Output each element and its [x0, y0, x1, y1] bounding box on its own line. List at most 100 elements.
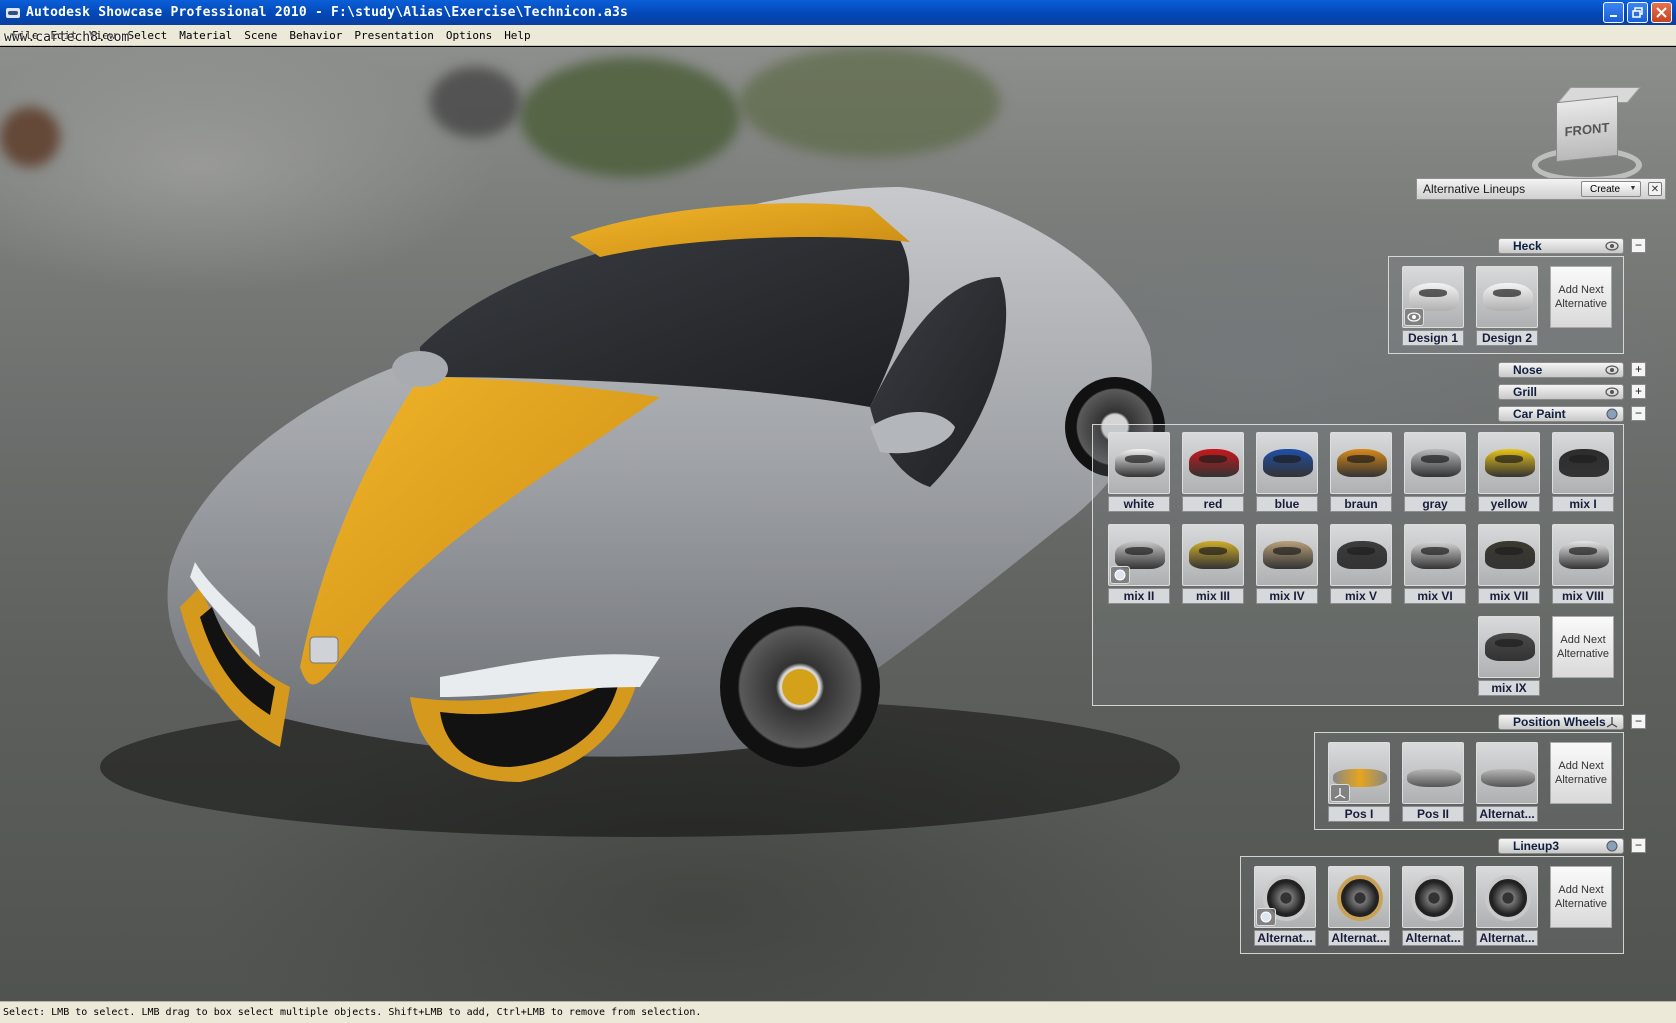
transform-icon[interactable]: [1605, 716, 1619, 728]
alternative-thumbnail[interactable]: [1478, 432, 1540, 494]
group-header-lineup3[interactable]: Lineup3: [1498, 838, 1624, 854]
add-next-alternative-button[interactable]: Add Next Alternative: [1550, 266, 1612, 328]
group-header-grill[interactable]: Grill: [1498, 384, 1624, 400]
alternative-tile[interactable]: mix VIII: [1552, 524, 1614, 604]
material-sphere-icon[interactable]: [1605, 840, 1619, 852]
alternative-tile[interactable]: mix V: [1330, 524, 1392, 604]
menu-options[interactable]: Options: [440, 29, 498, 42]
menu-presentation[interactable]: Presentation: [348, 29, 439, 42]
panel-close-button[interactable]: ✕: [1648, 182, 1662, 196]
group-header-nose[interactable]: Nose: [1498, 362, 1624, 378]
menu-material[interactable]: Material: [173, 29, 238, 42]
alternative-thumbnail[interactable]: [1476, 742, 1538, 804]
alternative-thumbnail[interactable]: [1108, 432, 1170, 494]
alternative-thumbnail[interactable]: [1182, 524, 1244, 586]
alternative-tile[interactable]: Design 1: [1402, 266, 1464, 346]
alternative-thumbnail[interactable]: [1404, 524, 1466, 586]
alternative-tile[interactable]: gray: [1404, 432, 1466, 512]
alternative-tile[interactable]: Alternat...: [1402, 866, 1464, 946]
alternative-thumbnail[interactable]: [1476, 866, 1538, 928]
alternative-thumbnail[interactable]: [1182, 432, 1244, 494]
alternative-tile[interactable]: mix II: [1108, 524, 1170, 604]
car-paint-preview: [1115, 449, 1165, 477]
group-label: Nose: [1513, 363, 1543, 377]
alternative-tile[interactable]: mix III: [1182, 524, 1244, 604]
car-paint-preview: [1485, 541, 1535, 569]
menu-bar: File Edit View Select Material Scene Beh…: [0, 25, 1676, 46]
alternative-tile[interactable]: mix IX: [1478, 616, 1540, 696]
alternative-label: braun: [1330, 496, 1392, 512]
eye-icon: [1404, 308, 1424, 326]
alternative-thumbnail[interactable]: [1476, 266, 1538, 328]
alternative-tile[interactable]: Alternat...: [1328, 866, 1390, 946]
alternative-thumbnail[interactable]: [1552, 524, 1614, 586]
car-paint-preview: [1411, 541, 1461, 569]
collapse-button-lineup3[interactable]: −: [1631, 838, 1646, 853]
watermark: www.cartech8.com: [4, 30, 130, 45]
alternative-tile[interactable]: blue: [1256, 432, 1318, 512]
alternative-tile[interactable]: Alternat...: [1476, 866, 1538, 946]
alternative-tile[interactable]: yellow: [1478, 432, 1540, 512]
expand-button-nose[interactable]: +: [1631, 362, 1646, 377]
alternative-label: Design 2: [1476, 330, 1538, 346]
alternative-label: mix II: [1108, 588, 1170, 604]
view-cube-front-face[interactable]: FRONT: [1556, 95, 1618, 163]
eye-icon[interactable]: [1605, 386, 1619, 398]
menu-behavior[interactable]: Behavior: [283, 29, 348, 42]
alternative-thumbnail[interactable]: [1402, 742, 1464, 804]
wheel-preview: [1337, 875, 1383, 921]
collapse-button-car-paint[interactable]: −: [1631, 406, 1646, 421]
collapse-button-heck[interactable]: −: [1631, 238, 1646, 253]
alternative-thumbnail[interactable]: [1256, 524, 1318, 586]
menu-scene[interactable]: Scene: [238, 29, 283, 42]
close-button[interactable]: [1651, 2, 1672, 23]
alternative-thumbnail[interactable]: [1108, 524, 1170, 586]
alternative-tile[interactable]: mix VII: [1478, 524, 1540, 604]
alternative-thumbnail[interactable]: [1478, 524, 1540, 586]
eye-icon[interactable]: [1605, 240, 1619, 252]
alternative-thumbnail[interactable]: [1254, 866, 1316, 928]
alternative-tile[interactable]: red: [1182, 432, 1244, 512]
material-sphere-icon[interactable]: [1605, 408, 1619, 420]
add-next-alternative-button[interactable]: Add Next Alternative: [1550, 742, 1612, 804]
restore-button[interactable]: [1627, 2, 1648, 23]
alternative-thumbnail[interactable]: [1256, 432, 1318, 494]
panel-title: Alternative Lineups: [1423, 182, 1526, 196]
alternative-thumbnail[interactable]: [1330, 524, 1392, 586]
expand-button-grill[interactable]: +: [1631, 384, 1646, 399]
alternative-tile[interactable]: mix VI: [1404, 524, 1466, 604]
alternative-thumbnail[interactable]: [1328, 742, 1390, 804]
alternative-thumbnail[interactable]: [1402, 266, 1464, 328]
group-header-heck[interactable]: Heck: [1498, 238, 1624, 254]
create-button[interactable]: Create ▼: [1581, 181, 1641, 197]
eye-icon[interactable]: [1605, 364, 1619, 376]
app-icon[interactable]: [4, 4, 22, 22]
alternative-tile[interactable]: Alternat...: [1254, 866, 1316, 946]
menu-help[interactable]: Help: [498, 29, 537, 42]
alternative-tile[interactable]: white: [1108, 432, 1170, 512]
alternative-thumbnail[interactable]: [1404, 432, 1466, 494]
create-label: Create: [1590, 183, 1621, 195]
add-next-alternative-button[interactable]: Add Next Alternative: [1552, 616, 1614, 678]
alternative-tile[interactable]: Design 2: [1476, 266, 1538, 346]
group-header-position-wheels[interactable]: Position Wheels: [1498, 714, 1624, 730]
alternative-tile[interactable]: Pos I: [1328, 742, 1390, 822]
alternative-tile[interactable]: braun: [1330, 432, 1392, 512]
add-next-alternative-button[interactable]: Add Next Alternative: [1550, 866, 1612, 928]
alternative-tile[interactable]: mix I: [1552, 432, 1614, 512]
alternative-label: mix VII: [1478, 588, 1540, 604]
chevron-down-icon[interactable]: ▼: [1628, 184, 1638, 194]
alternative-tile[interactable]: mix IV: [1256, 524, 1318, 604]
alternative-tile[interactable]: Pos II: [1402, 742, 1464, 822]
menu-select[interactable]: Select: [122, 29, 174, 42]
alternative-thumbnail[interactable]: [1552, 432, 1614, 494]
alternative-thumbnail[interactable]: [1328, 866, 1390, 928]
alternative-thumbnail[interactable]: [1478, 616, 1540, 678]
collapse-button-position-wheels[interactable]: −: [1631, 714, 1646, 729]
group-header-car-paint[interactable]: Car Paint: [1498, 406, 1624, 422]
minimize-button[interactable]: [1603, 2, 1624, 23]
alternative-thumbnail[interactable]: [1402, 866, 1464, 928]
alternative-label: mix VIII: [1552, 588, 1614, 604]
alternative-thumbnail[interactable]: [1330, 432, 1392, 494]
alternative-tile[interactable]: Alternat...: [1476, 742, 1538, 822]
